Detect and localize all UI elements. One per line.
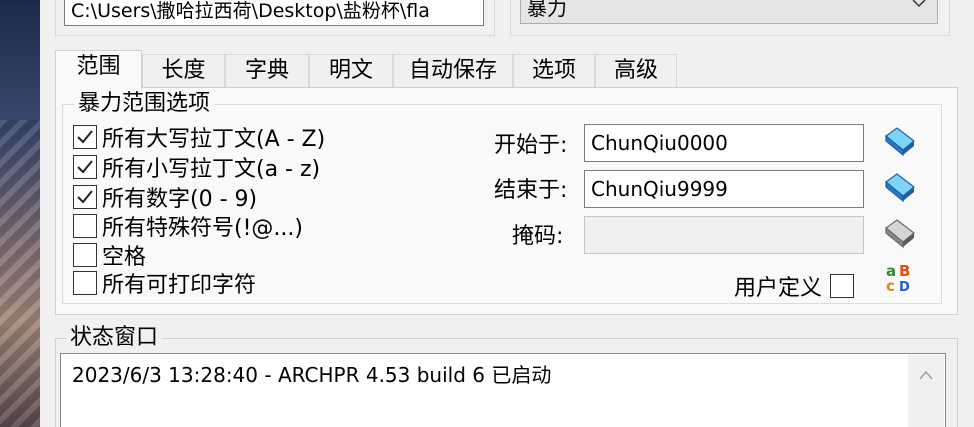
- user-defined-checkbox[interactable]: [830, 274, 855, 298]
- svg-text:B: B: [899, 262, 910, 280]
- charset-lowercase-option[interactable]: 所有小写拉丁文(a - z): [73, 153, 321, 182]
- chevron-up-icon[interactable]: [918, 369, 934, 381]
- abcd-charset-icon[interactable]: a B c D: [883, 260, 917, 294]
- lowercase-checkbox[interactable]: [73, 155, 97, 179]
- tab-range[interactable]: 范围: [55, 50, 142, 89]
- archive-path-field[interactable]: C:\Users\撒哈拉西荷\Desktop\盐粉杯\fla: [64, 0, 484, 26]
- tab-length[interactable]: 长度: [142, 54, 225, 88]
- end-label: 结束于:: [494, 178, 568, 203]
- start-label: 开始于:: [494, 133, 568, 158]
- mask-label: 掩码:: [512, 224, 564, 249]
- status-log-line: 2023/6/3 13:28:40 - ARCHPR 4.53 build 6 …: [72, 363, 552, 387]
- charset-special-option[interactable]: 所有特殊符号(!@...): [73, 212, 303, 241]
- space-checkbox[interactable]: [73, 243, 97, 267]
- charset-uppercase-option[interactable]: 所有大写拉丁文(A - Z): [73, 123, 326, 152]
- tab-advanced[interactable]: 高级: [595, 54, 677, 88]
- uppercase-checkbox[interactable]: [73, 125, 97, 149]
- digits-label: 所有数字(0 - 9): [102, 187, 258, 212]
- check-icon: [77, 190, 93, 204]
- attack-type-select[interactable]: 暴力: [520, 0, 938, 24]
- eraser-blue-icon[interactable]: [883, 170, 917, 204]
- status-window-title: 状态窗口: [66, 325, 163, 351]
- svg-text:c: c: [886, 277, 895, 294]
- user-defined-option[interactable]: 用户定义: [734, 270, 855, 302]
- tab-options[interactable]: 选项: [513, 54, 595, 88]
- eraser-gray-icon[interactable]: [883, 216, 917, 250]
- chevron-down-icon: [912, 0, 926, 8]
- end-field[interactable]: ChunQiu9999: [584, 170, 864, 208]
- eraser-blue-icon[interactable]: [883, 124, 917, 158]
- charset-printable-option[interactable]: 所有可打印字符: [73, 269, 257, 298]
- mask-field[interactable]: [584, 216, 864, 254]
- uppercase-label: 所有大写拉丁文(A - Z): [102, 127, 326, 152]
- tab-dictionary[interactable]: 字典: [225, 54, 309, 88]
- check-icon: [77, 160, 93, 174]
- charset-space-option[interactable]: 空格: [73, 241, 146, 270]
- archpr-window: C:\Users\撒哈拉西荷\Desktop\盐粉杯\fla 暴力 范围 长度 …: [40, 0, 974, 427]
- charset-digits-option[interactable]: 所有数字(0 - 9): [73, 183, 258, 212]
- special-label: 所有特殊符号(!@...): [102, 216, 303, 241]
- attack-type-value: 暴力: [527, 0, 567, 20]
- lowercase-label: 所有小写拉丁文(a - z): [102, 157, 321, 182]
- special-checkbox[interactable]: [73, 214, 97, 238]
- printable-checkbox[interactable]: [73, 271, 97, 295]
- printable-label: 所有可打印字符: [102, 273, 257, 298]
- check-icon: [77, 130, 93, 144]
- user-defined-label: 用户定义: [734, 276, 823, 301]
- svg-text:D: D: [899, 280, 910, 294]
- start-field[interactable]: ChunQiu0000: [584, 124, 864, 162]
- desktop-background: [0, 0, 40, 427]
- tab-autosave[interactable]: 自动保存: [393, 54, 513, 88]
- digits-checkbox[interactable]: [73, 185, 97, 209]
- bruteforce-range-title: 暴力范围选项: [74, 91, 215, 117]
- tab-plaintext[interactable]: 明文: [309, 54, 393, 88]
- status-scrollbar[interactable]: [908, 355, 944, 427]
